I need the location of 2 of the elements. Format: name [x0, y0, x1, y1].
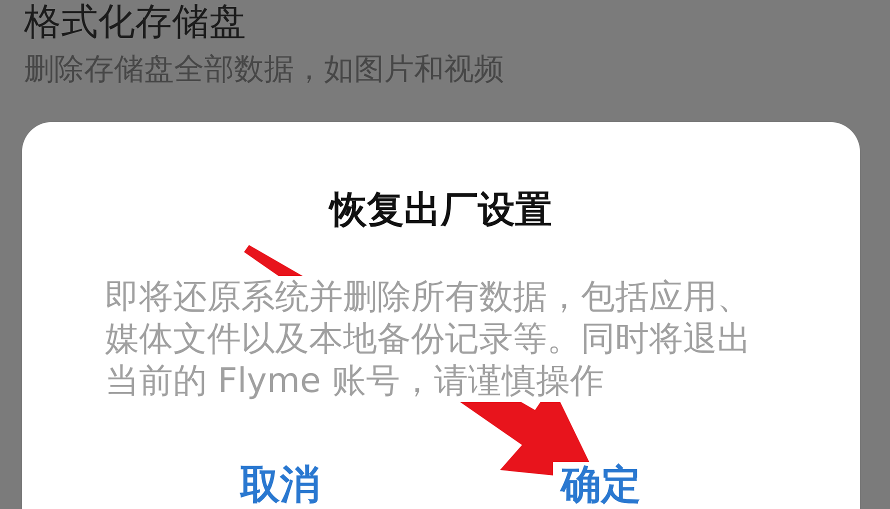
setting-title: 格式化存储盘 [24, 0, 247, 44]
dialog-title: 恢复出厂设置 [327, 187, 553, 233]
